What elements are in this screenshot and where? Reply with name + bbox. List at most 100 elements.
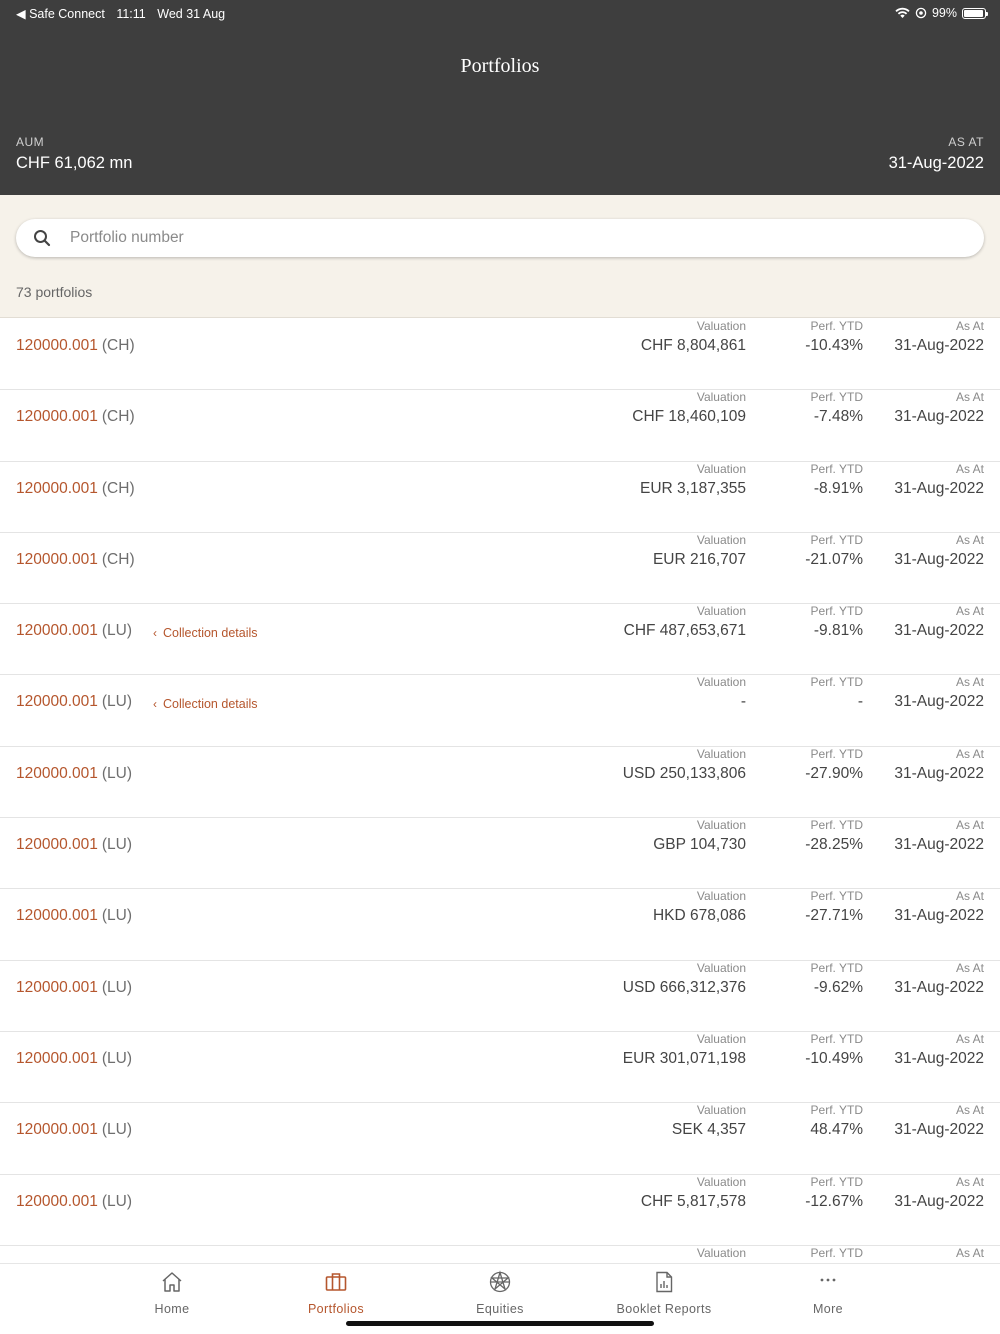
as-at-col-label: As At <box>955 675 984 690</box>
collection-details-link[interactable]: ‹ Collection details <box>153 697 258 711</box>
portfolio-id[interactable]: 120000.001 (LU) <box>16 765 132 783</box>
as-at-col-label: As At <box>955 1103 984 1118</box>
portfolio-id[interactable]: 120000.001 (CH) <box>16 408 135 426</box>
tab-home[interactable]: Home <box>90 1264 254 1334</box>
valuation-label: Valuation <box>696 319 746 333</box>
valuation-label: Valuation <box>696 1174 746 1189</box>
valuation-value: GBP 104,730 <box>653 836 746 854</box>
status-date: Wed 31 Aug <box>157 6 226 21</box>
portfolio-id[interactable]: 120000.001 (LU) <box>16 907 132 925</box>
portfolio-region: (LU) <box>101 1049 133 1067</box>
portfolio-region: (LU) <box>101 693 133 711</box>
collection-details-label: Collection details <box>163 697 258 712</box>
chevron-left-icon: ‹ <box>153 626 157 641</box>
status-right: 99% <box>895 6 988 20</box>
collection-details-link[interactable]: ‹ Collection details <box>153 626 258 640</box>
perf-ytd-value: -9.62% <box>813 978 863 996</box>
portfolio-row[interactable]: 120000.001 (CH) Valuation Perf. YTD As At CHF… <box>0 390 1000 462</box>
portfolio-id[interactable]: 120000.001 (LU) <box>16 979 132 997</box>
as-at-label: AS AT <box>948 135 984 149</box>
portfolio-row[interactable]: 120000.001 (LU) Valuation Perf. YTD As At EUR… <box>0 1031 1000 1104</box>
valuation-value: USD 250,133,806 <box>622 764 746 782</box>
report-icon <box>656 1271 673 1293</box>
valuation-label: Valuation <box>696 675 746 690</box>
search-box[interactable] <box>16 219 984 257</box>
as-at-value: 31-Aug-2022 <box>894 764 984 782</box>
battery-icon <box>962 7 988 19</box>
tab-more[interactable]: More <box>746 1264 910 1334</box>
tab-more-label: More <box>812 1302 844 1316</box>
portfolio-row[interactable]: 120000.001 (LU) Valuation Perf. YTD As At GBP… <box>0 818 1000 890</box>
as-at-col-label: As At <box>955 1245 984 1260</box>
as-at-value: 31-Aug-2022 <box>894 550 984 568</box>
as-at-col-label: As At <box>955 960 984 975</box>
search-icon <box>34 230 51 247</box>
valuation-value: SEK 4,357 <box>671 1121 746 1139</box>
portfolio-region: (CH) <box>101 479 135 497</box>
portfolio-row[interactable]: 120000.001 (LU) Valuation Perf. YTD As At CHF… <box>0 1175 1000 1246</box>
globe-network-icon <box>489 1270 511 1293</box>
tab-bar: Home Portfolios Equities Booklet Reports… <box>0 1263 1000 1334</box>
valuation-value: HKD 678,086 <box>652 907 746 925</box>
as-at-col-label: As At <box>955 1031 984 1046</box>
perf-ytd-label: Perf. YTD <box>810 1174 863 1189</box>
portfolio-id[interactable]: 120000.001 (LU) <box>16 836 132 854</box>
perf-ytd-label: Perf. YTD <box>810 675 863 690</box>
portfolio-id[interactable]: 120000.001 (CH) <box>16 337 135 355</box>
as-at-col-label: As At <box>955 532 984 547</box>
portfolio-row[interactable]: 120000.001 (LU) Valuation Perf. YTD As At USD… <box>0 747 1000 819</box>
as-at-value: 31-Aug-2022 <box>894 479 984 497</box>
as-at-col-label: As At <box>955 604 984 619</box>
page-title: Portfolios <box>460 55 540 77</box>
as-at-value: 31-Aug-2022 <box>894 622 984 640</box>
portfolio-id[interactable]: 120000.001 (LU) <box>16 1121 132 1139</box>
portfolio-id[interactable]: 120000.001 (LU) <box>16 622 132 640</box>
portfolio-row[interactable]: 120000.001 (CH) Valuation Perf. YTD As At CHF… <box>0 319 1000 391</box>
as-at-value: 31-Aug-2022 <box>894 693 984 711</box>
portfolio-row[interactable]: 120000.001 (LU) Valuation Perf. YTD As At SEK… <box>0 1103 1000 1175</box>
perf-ytd-value: -28.25% <box>805 836 863 854</box>
portfolio-id[interactable]: 120000.001 (CH) <box>16 480 135 498</box>
portfolio-id[interactable]: 120000.001 (LU) <box>16 693 132 711</box>
portfolio-number: 120000.001 <box>16 978 98 996</box>
valuation-label: Valuation <box>696 889 746 904</box>
home-indicator <box>346 1321 654 1326</box>
portfolio-region: (CH) <box>101 550 135 568</box>
portfolio-count: 73 portfolios <box>16 284 93 300</box>
tab-booklet-reports-label: Booklet Reports <box>616 1302 712 1316</box>
portfolio-row[interactable]: 120000.001 (LU) Valuation Perf. YTD As At USD… <box>0 961 1000 1032</box>
portfolio-number: 120000.001 <box>16 693 98 711</box>
portfolio-search-input[interactable] <box>70 229 930 247</box>
status-left: ◀ Safe Connect 11:11 Wed 31 Aug <box>16 6 233 21</box>
portfolio-id[interactable]: 120000.001 (LU) <box>16 1193 132 1211</box>
portfolio-row[interactable]: 120000.001 (CH) Valuation Perf. YTD As At EUR… <box>0 532 1000 605</box>
portfolio-row[interactable]: 120000.001 (LU) ‹ Collection details Valuati… <box>0 604 1000 676</box>
portfolio-row[interactable]: Valuation Perf. YTD As At <box>0 1246 1000 1263</box>
valuation-value: CHF 487,653,671 <box>623 622 746 640</box>
perf-ytd-value: -10.43% <box>805 337 863 354</box>
as-at-value: 31-Aug-2022 <box>888 154 984 172</box>
perf-ytd-label: Perf. YTD <box>810 960 863 975</box>
perf-ytd-value: 48.47% <box>810 1121 863 1139</box>
portfolio-list[interactable]: 120000.001 (CH) Valuation Perf. YTD As At CHF… <box>0 319 1000 1263</box>
portfolio-row[interactable]: 120000.001 (LU) Valuation Perf. YTD As At HKD… <box>0 889 1000 961</box>
portfolio-row[interactable]: 120000.001 (CH) Valuation Perf. YTD As At EUR… <box>0 462 1000 533</box>
briefcase-icon <box>325 1273 347 1291</box>
valuation-label: Valuation <box>696 532 746 547</box>
valuation-label: Valuation <box>696 1103 746 1118</box>
as-at-value: 31-Aug-2022 <box>894 1192 984 1210</box>
back-to-app-link[interactable]: ◀ Safe Connect <box>16 7 105 21</box>
portfolio-number: 120000.001 <box>16 337 98 354</box>
perf-ytd-value: -12.67% <box>805 1192 863 1210</box>
status-time: 11:11 <box>116 6 146 21</box>
portfolio-row[interactable]: 120000.001 (LU) ‹ Collection details Valuati… <box>0 675 1000 747</box>
portfolio-number: 120000.001 <box>16 1049 98 1067</box>
portfolio-id[interactable]: 120000.001 (CH) <box>16 551 135 569</box>
home-icon <box>162 1272 182 1292</box>
tab-equities-label: Equities <box>476 1302 524 1316</box>
portfolio-id[interactable]: 120000.001 (LU) <box>16 1050 132 1068</box>
portfolio-number: 120000.001 <box>16 1192 98 1210</box>
more-icon <box>820 1278 836 1282</box>
as-at-col-label: As At <box>955 818 984 833</box>
valuation-value: EUR 216,707 <box>652 550 746 568</box>
